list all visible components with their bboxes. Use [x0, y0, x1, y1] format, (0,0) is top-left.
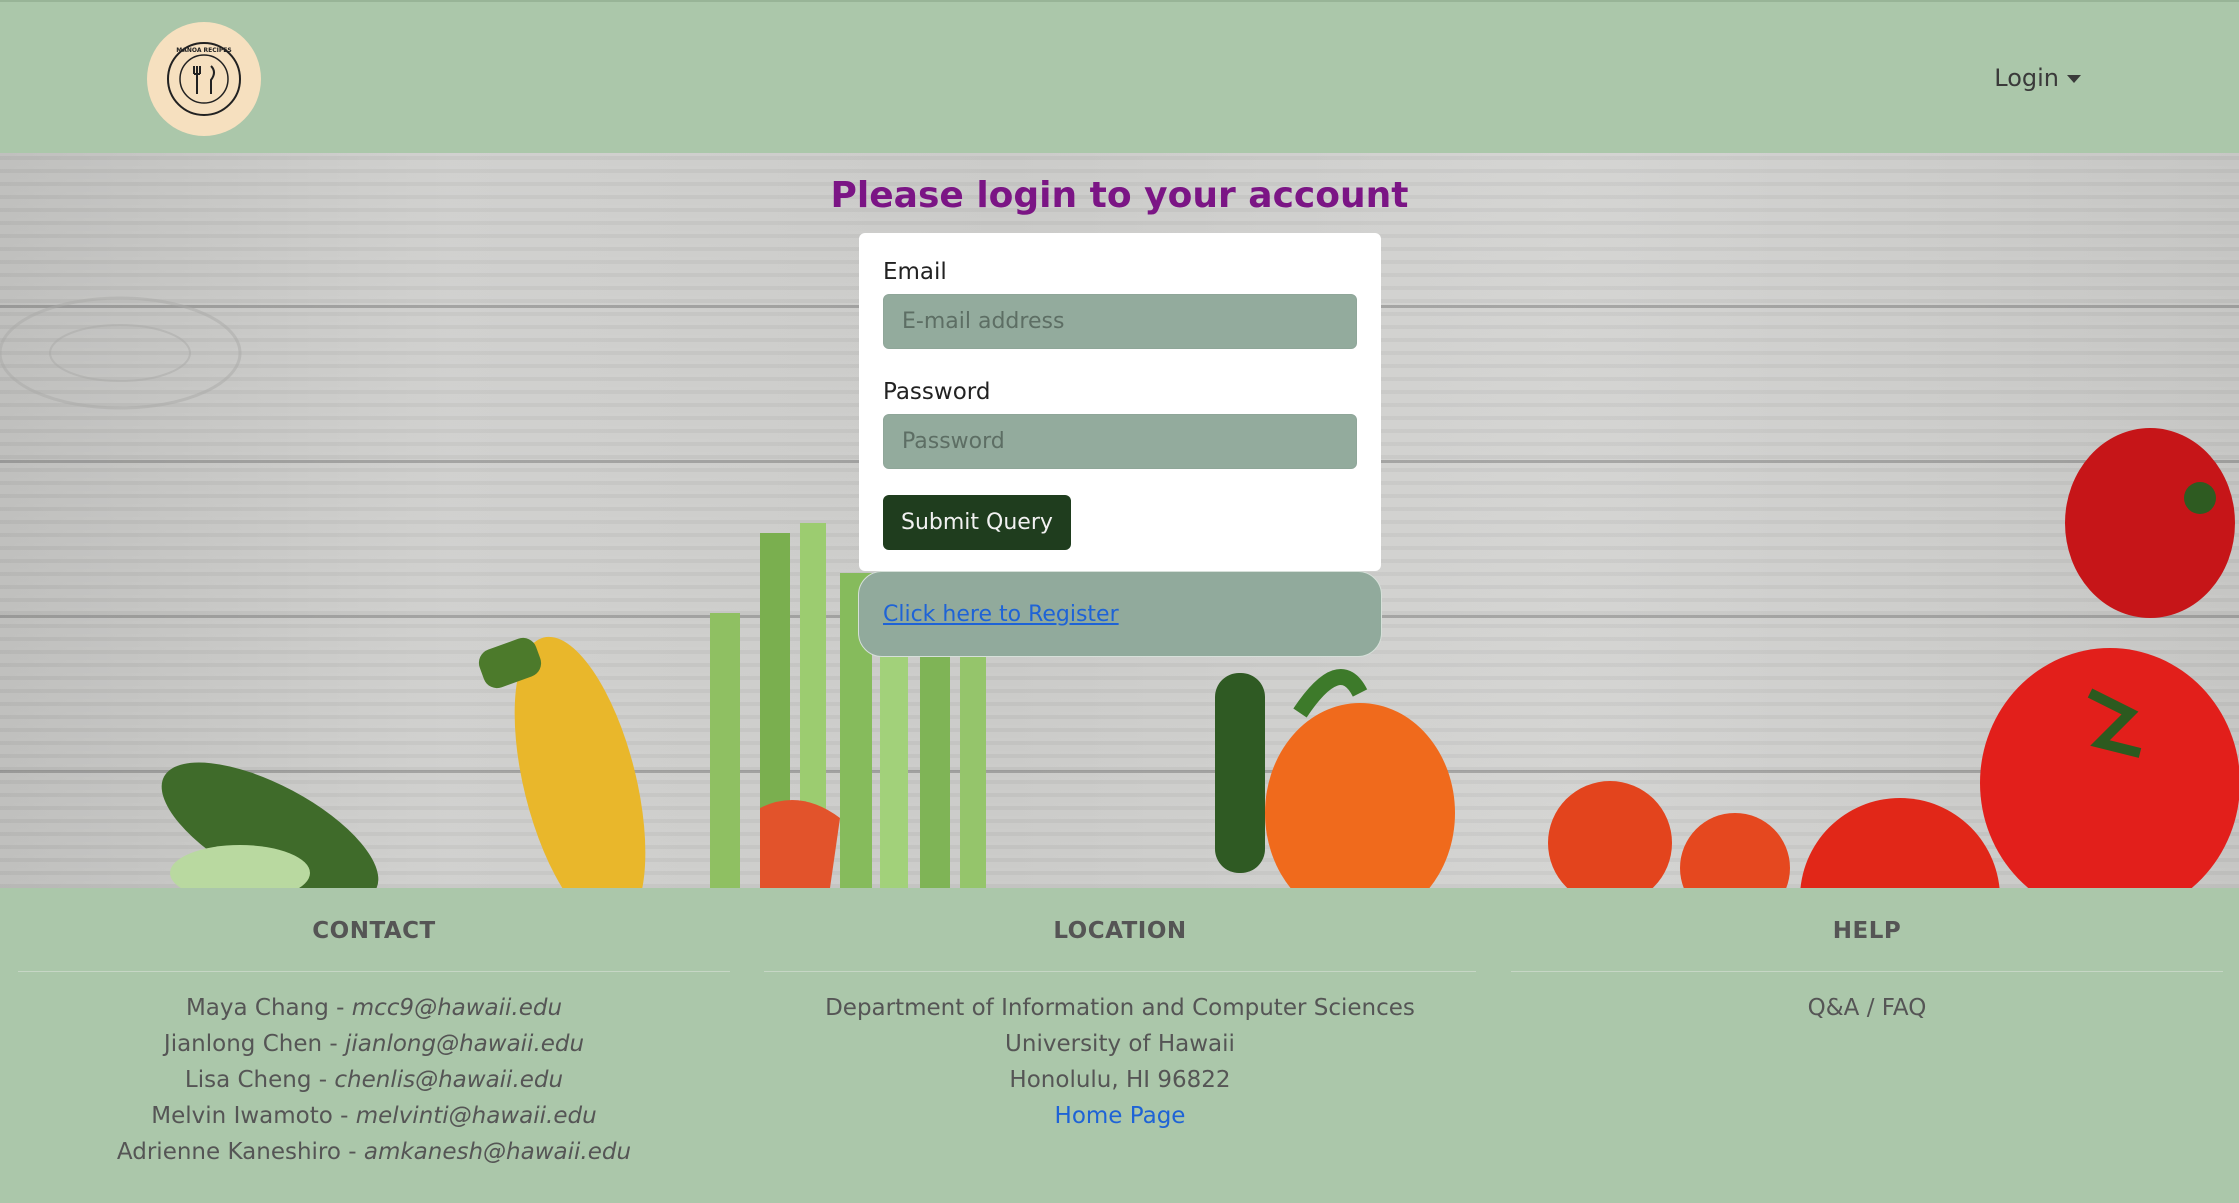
contact-name: Maya Chang -: [185, 995, 352, 1021]
footer-contact-column: CONTACT Maya Chang - mcc9@hawaii.edu Jia…: [18, 888, 730, 1170]
faq-link[interactable]: Q&A / FAQ: [1511, 990, 2223, 1026]
footer-location-column: LOCATION Department of Information and C…: [764, 888, 1476, 1134]
login-title: Please login to your account: [830, 175, 1409, 216]
contact-name: Lisa Cheng -: [184, 1067, 335, 1093]
password-input[interactable]: [883, 414, 1357, 469]
login-dropdown[interactable]: Login: [1994, 64, 2081, 92]
login-dropdown-label[interactable]: Login: [1994, 64, 2059, 92]
home-page-link[interactable]: Home Page: [1055, 1103, 1186, 1129]
register-box: Click here to Register: [858, 571, 1382, 657]
contact-line: Maya Chang - mcc9@hawaii.edu: [18, 990, 730, 1026]
hero-section: Please login to your account Email Passw…: [0, 153, 2239, 888]
logo-text: MANOA RECIPES: [176, 47, 231, 54]
help-heading: HELP: [1511, 888, 2223, 972]
register-link[interactable]: Click here to Register: [883, 602, 1119, 627]
location-line: Honolulu, HI 96822: [1009, 1067, 1231, 1093]
contact-line: Adrienne Kaneshiro - amkanesh@hawaii.edu: [18, 1134, 730, 1170]
login-form: Email Password Submit Query: [859, 233, 1381, 571]
contact-line: Melvin Iwamoto - melvinti@hawaii.edu: [18, 1098, 730, 1134]
caret-down-icon: [2067, 75, 2081, 83]
contact-email: jianlong@hawaii.edu: [345, 1031, 585, 1057]
contact-email: melvinti@hawaii.edu: [355, 1103, 597, 1129]
contact-email: amkanesh@hawaii.edu: [363, 1139, 632, 1165]
contact-heading: CONTACT: [18, 888, 730, 972]
contact-name: Adrienne Kaneshiro -: [116, 1139, 364, 1165]
footer-help-column: HELP Q&A / FAQ: [1511, 888, 2223, 1026]
contact-name: Melvin Iwamoto -: [151, 1103, 356, 1129]
recipe-logo-icon[interactable]: MANOA RECIPES: [147, 22, 261, 136]
password-label: Password: [883, 379, 991, 405]
contact-line: Lisa Cheng - chenlis@hawaii.edu: [18, 1062, 730, 1098]
contact-name: Jianlong Chen -: [163, 1031, 345, 1057]
contact-email: mcc9@hawaii.edu: [351, 995, 563, 1021]
location-line: Department of Information and Computer S…: [825, 995, 1415, 1021]
navbar: MANOA RECIPES Login: [0, 0, 2239, 153]
footer: CONTACT Maya Chang - mcc9@hawaii.edu Jia…: [0, 888, 2239, 1203]
location-heading: LOCATION: [764, 888, 1476, 972]
email-input[interactable]: [883, 294, 1357, 349]
location-line: University of Hawaii: [1005, 1031, 1235, 1057]
submit-button[interactable]: Submit Query: [883, 495, 1071, 550]
contact-line: Jianlong Chen - jianlong@hawaii.edu: [18, 1026, 730, 1062]
contact-email: chenlis@hawaii.edu: [334, 1067, 564, 1093]
email-label: Email: [883, 259, 947, 285]
